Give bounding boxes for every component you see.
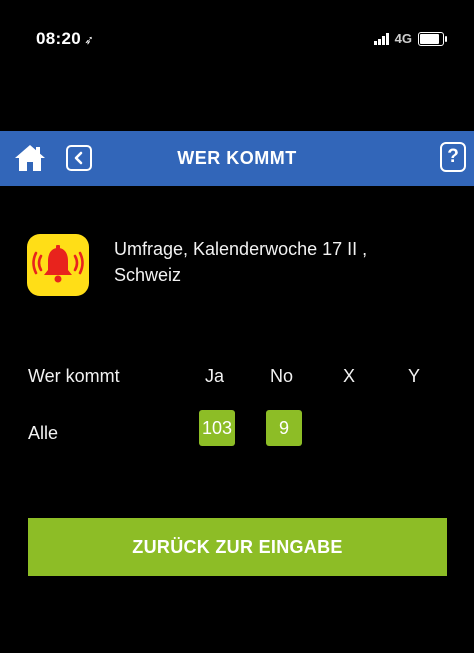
column-header-no: No <box>270 366 294 386</box>
row-label-alle: Alle <box>28 423 59 443</box>
signal-strength-icon <box>373 32 389 45</box>
no-count-badge[interactable]: 9 <box>266 410 302 446</box>
column-header-ja: Ja <box>205 366 225 386</box>
column-header-wer-kommt: Wer kommt <box>28 366 120 386</box>
alarm-bell-icon <box>27 234 89 296</box>
help-button[interactable]: ? <box>440 142 466 172</box>
survey-title-line-1: Umfrage, Kalenderwoche 17 II , <box>114 239 368 259</box>
back-to-input-button[interactable]: ZURÜCK ZUR EINGABE <box>28 518 447 576</box>
status-bar: 08:20 ➶ 4G <box>0 0 474 70</box>
status-time: 08:20 ➶ <box>36 29 96 49</box>
battery-icon <box>418 31 447 46</box>
page-title: WER KOMMT <box>177 148 297 168</box>
survey-title-line-2: Schweiz <box>114 265 182 285</box>
network-type-label: 4G <box>394 31 412 46</box>
location-arrow-icon: ➶ <box>82 32 96 48</box>
column-header-x: X <box>343 366 356 386</box>
status-indicators: 4G <box>373 31 447 46</box>
survey-title: Umfrage, Kalenderwoche 17 II , Schweiz <box>114 236 444 288</box>
column-header-y: Y <box>408 366 421 386</box>
ja-count-badge[interactable]: 103 <box>199 410 235 446</box>
alarm-bell-graphic <box>32 245 84 283</box>
navigation-header: WER KOMMT ? <box>0 131 474 186</box>
status-time-text: 08:20 <box>36 29 81 48</box>
